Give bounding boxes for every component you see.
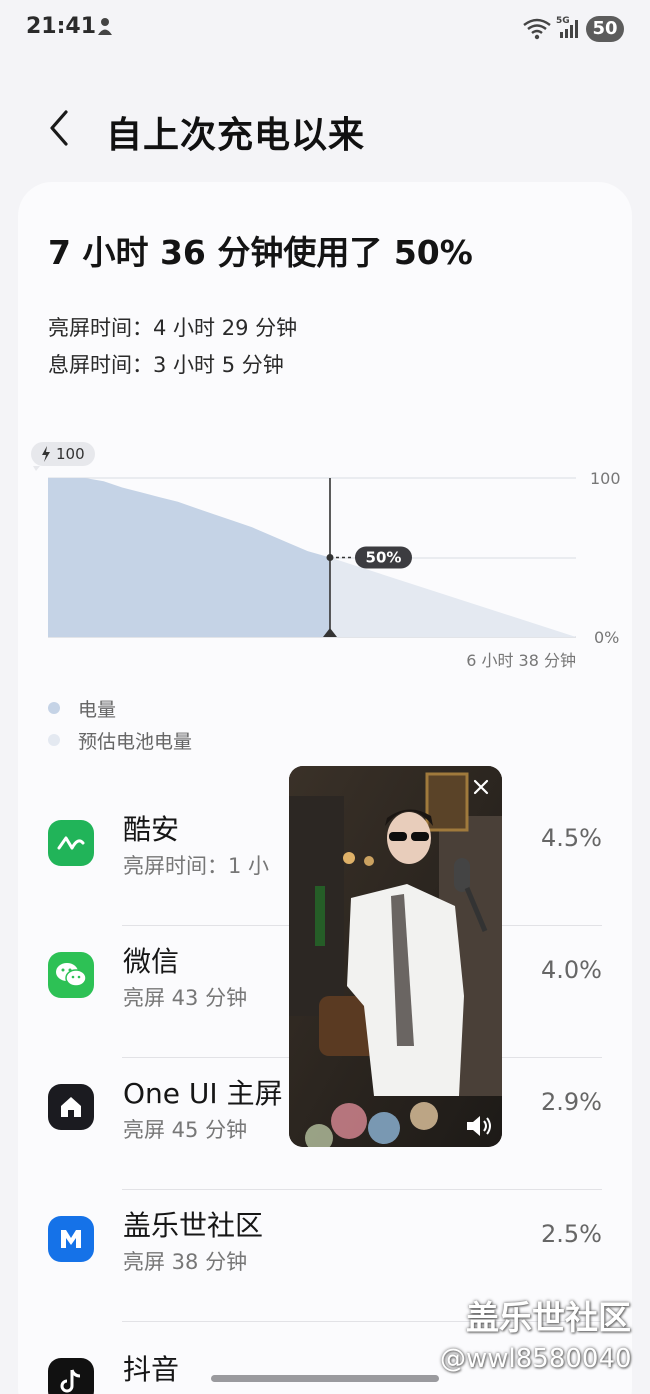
app-name: 酷安 xyxy=(123,813,180,846)
watermark-title: 盖乐世社区 xyxy=(466,1298,631,1337)
app-name: 抖音 xyxy=(123,1353,180,1386)
battery-badge: 50 xyxy=(586,16,624,42)
current-level-badge: 50% xyxy=(354,546,412,569)
legend-dot-battery xyxy=(48,702,60,714)
charge-start-badge: 100 xyxy=(31,442,95,471)
wechat-icon xyxy=(48,952,94,998)
app-percent: 2.9% xyxy=(541,1088,602,1116)
app-percent: 2.5% xyxy=(541,1220,602,1248)
screen-on-time: 亮屏时间：4 小时 29 分钟 xyxy=(48,316,298,340)
home-indicator[interactable] xyxy=(211,1375,439,1382)
home-icon xyxy=(48,1084,94,1130)
actual-area xyxy=(48,478,330,637)
members-icon xyxy=(48,1216,94,1262)
battery-chart: 50% 100 100 0% 6 小时 38 分钟 xyxy=(31,442,621,670)
app-name: 微信 xyxy=(123,945,180,978)
network-label: 5G xyxy=(556,16,570,26)
video-frame xyxy=(289,766,502,1147)
app-percent: 4.5% xyxy=(541,824,602,852)
usage-summary: 7 小时 36 分钟使用了 50% xyxy=(48,233,473,272)
app-time: 亮屏 43 分钟 xyxy=(123,986,248,1010)
app-time: 亮屏时间：1 小 xyxy=(123,854,270,878)
close-icon[interactable] xyxy=(470,776,492,798)
app-time: 亮屏 38 分钟 xyxy=(123,1250,248,1274)
douyin-icon xyxy=(48,1358,94,1394)
page-title: 自上次充电以来 xyxy=(106,115,366,156)
app-percent: 4.0% xyxy=(541,956,602,984)
charge-start-label: 100 xyxy=(56,445,85,463)
legend-item-estimate: 预估电池电量 xyxy=(48,728,193,753)
estimate-area xyxy=(329,557,576,637)
legend-label-estimate: 预估电池电量 xyxy=(78,730,193,753)
status-time: 21:41 xyxy=(26,14,97,39)
volume-icon[interactable] xyxy=(464,1113,494,1139)
app-name: 盖乐世社区 xyxy=(123,1209,264,1242)
coolapk-icon xyxy=(48,820,94,866)
y-tick-0: 0% xyxy=(594,628,619,647)
screen-off-time: 息屏时间：3 小时 5 分钟 xyxy=(48,353,284,377)
current-level-label: 50% xyxy=(366,549,402,567)
legend-item-battery: 电量 xyxy=(48,696,117,721)
wifi-icon xyxy=(523,18,551,40)
app-name: One UI 主屏 xyxy=(123,1077,283,1110)
app-time: 亮屏 45 分钟 xyxy=(123,1118,248,1142)
chevron-left-icon[interactable] xyxy=(40,104,84,152)
signal-icon: 5G xyxy=(556,16,578,38)
watermark-handle: @wwl8580040 xyxy=(440,1344,632,1374)
notification-icon xyxy=(98,18,112,35)
floating-video-player[interactable] xyxy=(289,766,502,1147)
current-level-dot xyxy=(326,554,334,561)
y-tick-100: 100 xyxy=(590,469,621,488)
legend-label-battery: 电量 xyxy=(78,698,117,721)
legend-dot-estimate xyxy=(48,734,60,746)
status-bar: 21:41 5G 50 xyxy=(0,0,650,60)
remaining-time-label: 6 小时 38 分钟 xyxy=(466,651,576,670)
